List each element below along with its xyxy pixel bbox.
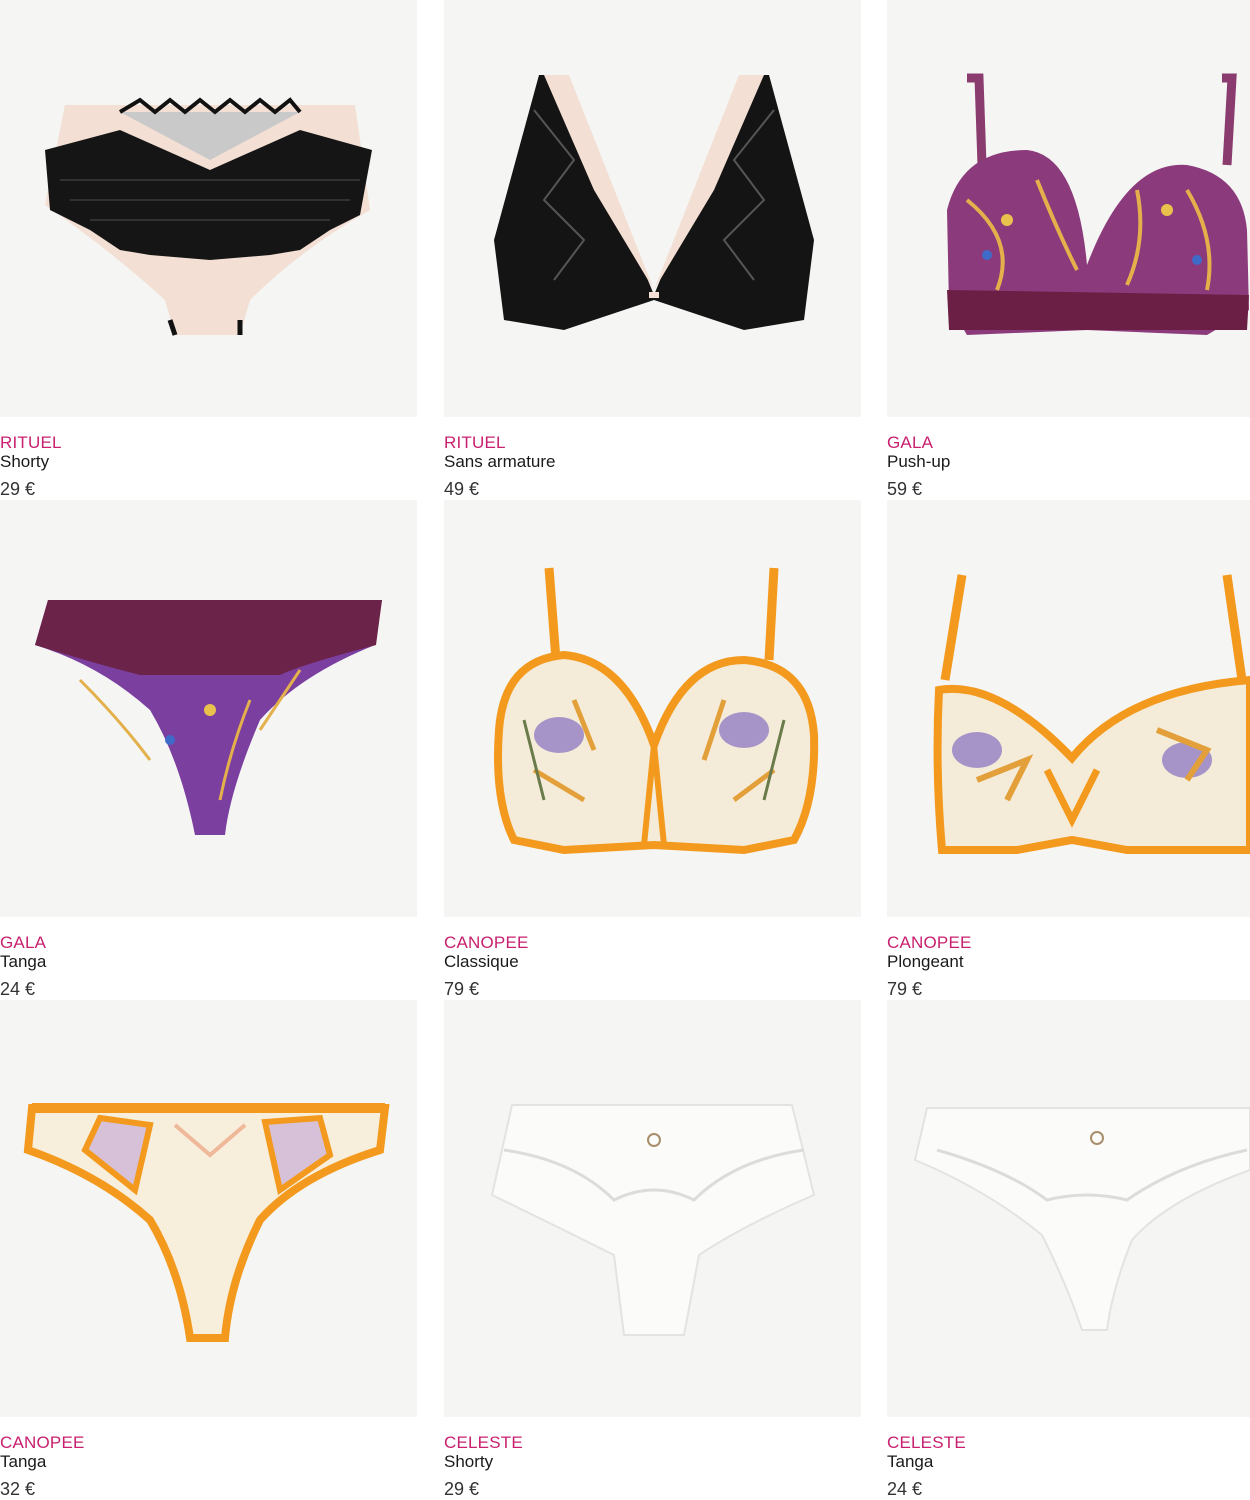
product-card[interactable]: CANOPEE Classique 79 € xyxy=(444,500,861,1000)
floral-embroidered-bra-image xyxy=(494,567,819,855)
product-card[interactable]: GALA Push-up 59 € xyxy=(887,0,1250,500)
product-image[interactable] xyxy=(444,1000,861,1417)
product-info: CANOPEE Tanga 32 € xyxy=(0,1433,85,1499)
product-card[interactable]: CELESTE Shorty 29 € xyxy=(444,1000,861,1500)
product-brand[interactable]: CELESTE xyxy=(887,1433,966,1452)
product-price: 24 € xyxy=(0,979,36,999)
product-brand[interactable]: CELESTE xyxy=(444,1433,523,1452)
product-brand[interactable]: RITUEL xyxy=(444,433,556,452)
white-lace-shorty-image xyxy=(490,1104,816,1336)
product-info: CELESTE Shorty 29 € xyxy=(444,1433,523,1499)
product-price: 29 € xyxy=(444,1479,480,1499)
product-brand[interactable]: CANOPEE xyxy=(444,933,529,952)
product-image[interactable] xyxy=(0,500,417,917)
product-info: CANOPEE Plongeant 79 € xyxy=(887,933,972,999)
product-name[interactable]: Sans armature xyxy=(444,452,556,471)
product-brand[interactable]: GALA xyxy=(0,933,46,952)
product-card[interactable]: CELESTE Tanga 24 € xyxy=(887,1000,1250,1500)
purple-print-tanga-image xyxy=(35,600,382,835)
product-price: 79 € xyxy=(444,979,480,999)
product-info: RITUEL Shorty 29 € xyxy=(0,433,62,499)
product-image[interactable] xyxy=(0,0,417,417)
product-card[interactable]: RITUEL Shorty 29 € xyxy=(0,0,417,500)
product-name[interactable]: Plongeant xyxy=(887,952,972,971)
product-info: CANOPEE Classique 79 € xyxy=(444,933,529,999)
product-card[interactable]: CANOPEE Plongeant 79 € xyxy=(887,500,1250,1000)
product-name[interactable]: Tanga xyxy=(0,952,46,971)
product-price: 24 € xyxy=(887,1479,923,1499)
white-lace-tanga-image xyxy=(913,1107,1250,1331)
product-name[interactable]: Shorty xyxy=(0,452,62,471)
product-image[interactable] xyxy=(444,0,861,417)
product-image[interactable] xyxy=(444,500,861,917)
product-grid: RITUEL Shorty 29 € RITUEL Sans armature … xyxy=(0,0,1250,1500)
product-card[interactable]: CANOPEE Tanga 32 € xyxy=(0,1000,417,1500)
product-brand[interactable]: RITUEL xyxy=(0,433,62,452)
product-name[interactable]: Classique xyxy=(444,952,529,971)
product-price: 29 € xyxy=(0,479,36,499)
product-name[interactable]: Tanga xyxy=(0,1452,85,1471)
product-name[interactable]: Push-up xyxy=(887,452,950,471)
product-price: 32 € xyxy=(0,1479,36,1499)
product-name[interactable]: Tanga xyxy=(887,1452,966,1471)
product-image[interactable] xyxy=(887,0,1250,417)
product-price: 49 € xyxy=(444,479,480,499)
product-price: 59 € xyxy=(887,479,923,499)
product-info: GALA Tanga 24 € xyxy=(0,933,46,999)
black-lace-bralette-image xyxy=(494,75,814,330)
product-name[interactable]: Shorty xyxy=(444,1452,523,1471)
product-brand[interactable]: CANOPEE xyxy=(0,1433,85,1452)
product-info: RITUEL Sans armature 49 € xyxy=(444,433,556,499)
product-image[interactable] xyxy=(887,500,1250,917)
product-info: GALA Push-up 59 € xyxy=(887,433,950,499)
product-image[interactable] xyxy=(887,1000,1250,1417)
product-brand[interactable]: CANOPEE xyxy=(887,933,972,952)
product-info: CELESTE Tanga 24 € xyxy=(887,1433,966,1499)
purple-print-push-up-bra-image xyxy=(947,73,1249,335)
product-brand[interactable]: GALA xyxy=(887,433,950,452)
product-image[interactable] xyxy=(0,1000,417,1417)
product-price: 79 € xyxy=(887,979,923,999)
orange-trim-tanga-image xyxy=(23,1103,390,1342)
black-lace-shorty-image xyxy=(45,97,372,336)
floral-plunge-bra-image xyxy=(933,574,1250,854)
product-card[interactable]: GALA Tanga 24 € xyxy=(0,500,417,1000)
product-card[interactable]: RITUEL Sans armature 49 € xyxy=(444,0,861,500)
